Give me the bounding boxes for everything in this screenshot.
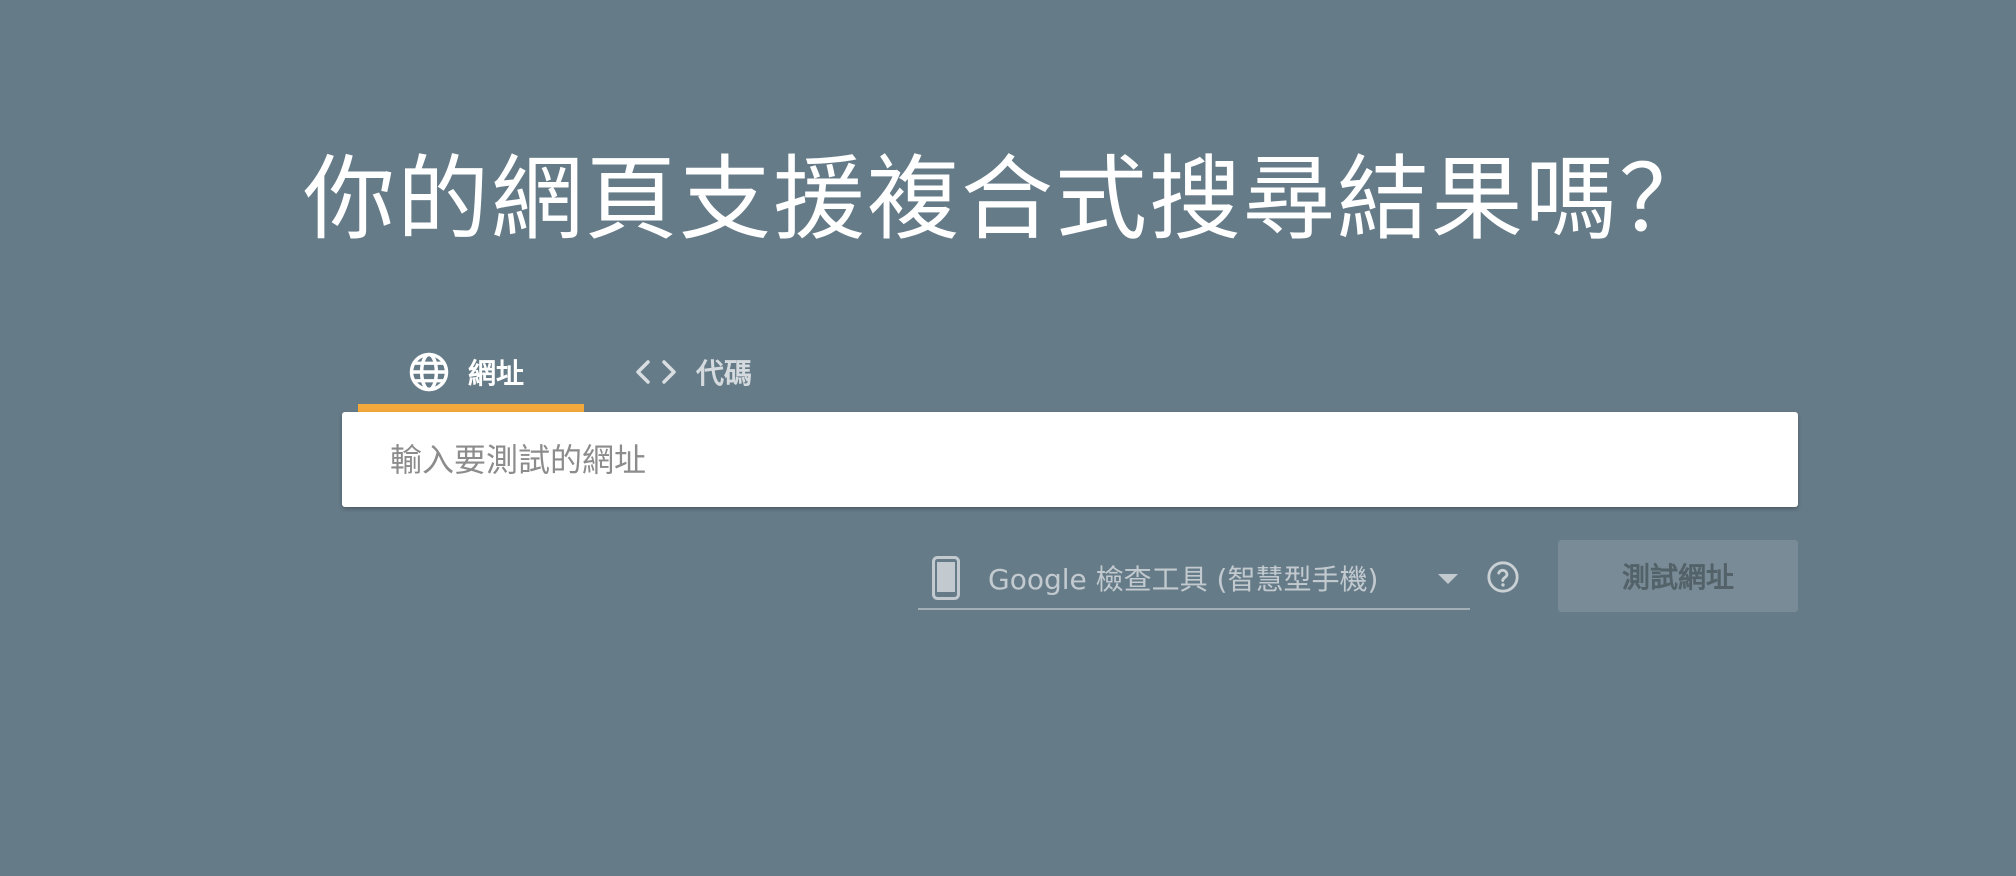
url-input[interactable] (342, 412, 1798, 507)
input-mode-tabs: 網址 代碼 (358, 332, 784, 412)
page-title: 你的網頁支援複合式搜尋結果嗎？ (302, 146, 1713, 253)
test-url-button[interactable]: 測試網址 (1558, 540, 1798, 612)
chevron-down-icon (1438, 574, 1458, 584)
user-agent-dropdown[interactable]: Google 檢查工具 (智慧型手機) (918, 548, 1470, 610)
tab-code-label: 代碼 (696, 357, 753, 390)
code-icon (634, 357, 678, 387)
user-agent-selected-value: Google 檢查工具 (智慧型手機) (988, 563, 1379, 596)
help-icon[interactable] (1486, 560, 1520, 594)
active-tab-indicator (358, 404, 584, 412)
tab-url-label: 網址 (468, 357, 525, 390)
globe-icon (408, 351, 450, 393)
tab-url[interactable]: 網址 (358, 332, 584, 412)
url-input-container (342, 412, 1798, 507)
tab-code[interactable]: 代碼 (584, 332, 784, 412)
smartphone-icon (932, 556, 960, 600)
